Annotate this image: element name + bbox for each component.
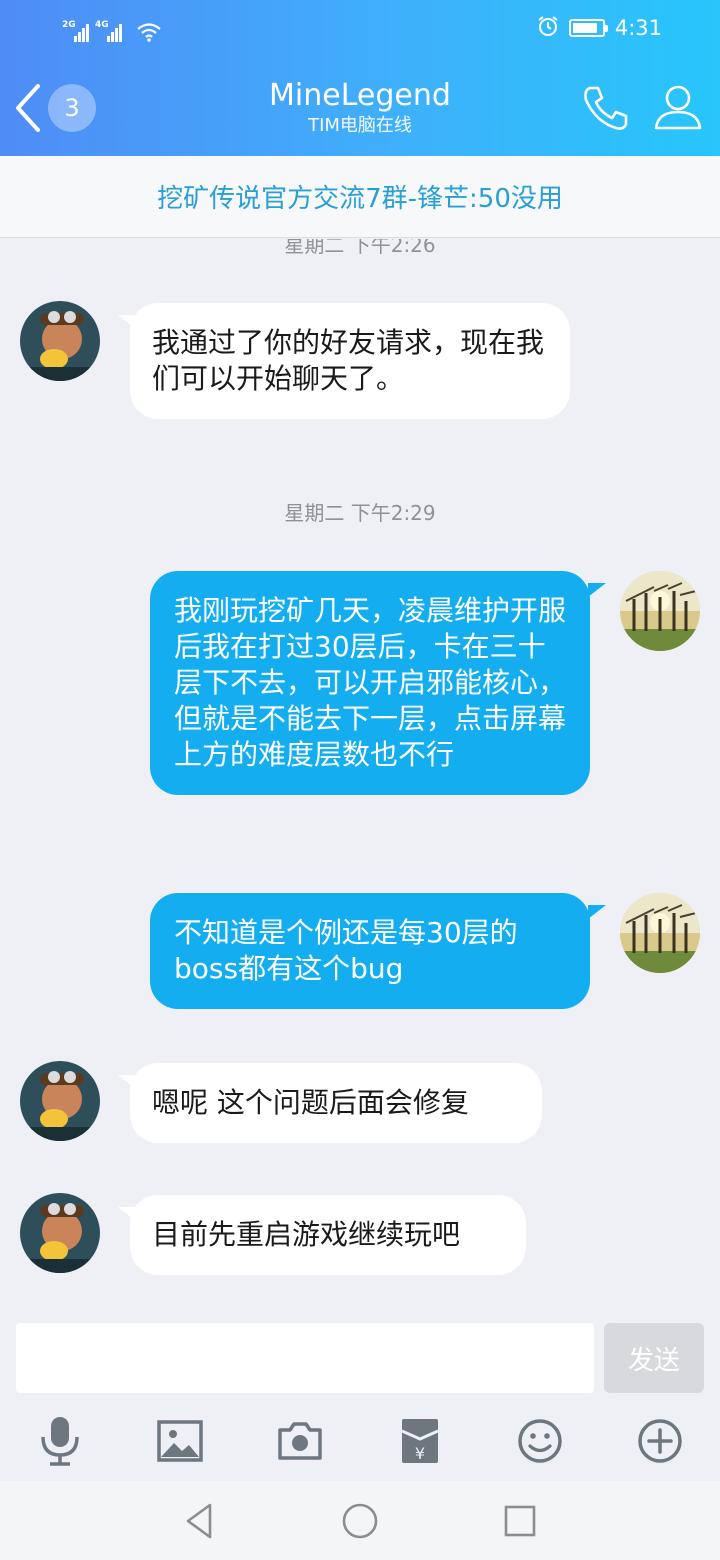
plus-icon bbox=[638, 1419, 682, 1463]
contact-avatar[interactable] bbox=[20, 301, 100, 381]
online-status: TIM电脑在线 bbox=[308, 115, 412, 136]
unread-badge[interactable]: 3 bbox=[48, 84, 96, 132]
wifi-icon bbox=[136, 22, 162, 42]
chat-title: MineLegend bbox=[269, 78, 451, 113]
status-bar-left: 2G 4G bbox=[62, 14, 162, 42]
bubble-tail bbox=[588, 583, 606, 597]
message-bubble-incoming[interactable]: 我通过了你的好友请求，现在我们可以开始聊天了。 bbox=[130, 303, 570, 419]
camera-icon bbox=[278, 1422, 322, 1460]
red-packet-button[interactable]: ¥ bbox=[392, 1413, 448, 1469]
signal-4g-label: 4G bbox=[95, 20, 109, 30]
nav-home-button[interactable] bbox=[340, 1501, 380, 1541]
input-area: 发送 ¥ bbox=[0, 1305, 720, 1481]
message-bubble-outgoing[interactable]: 我刚玩挖矿几天，凌晨维护开服后我在打过30层后，卡在三十层下不去，可以开启邪能核… bbox=[150, 571, 590, 795]
triangle-back-icon bbox=[186, 1503, 212, 1539]
back-button[interactable] bbox=[12, 80, 46, 136]
microphone-icon bbox=[41, 1417, 79, 1466]
signal-4g-icon: 4G bbox=[95, 20, 122, 42]
timestamp: 星期二 下午2:26 bbox=[284, 239, 436, 257]
signal-2g-label: 2G bbox=[62, 20, 76, 30]
miner-avatar-icon bbox=[20, 1061, 100, 1141]
system-navigation-bar bbox=[0, 1481, 720, 1560]
back-arrow-icon bbox=[16, 84, 40, 132]
image-button[interactable] bbox=[152, 1413, 208, 1469]
user-avatar[interactable] bbox=[620, 893, 700, 973]
red-packet-icon: ¥ bbox=[401, 1419, 439, 1463]
square-recents-icon bbox=[504, 1505, 536, 1537]
message-bubble-incoming[interactable]: 嗯呢 这个问题后面会修复 bbox=[130, 1063, 542, 1143]
contact-avatar[interactable] bbox=[20, 1061, 100, 1141]
miner-avatar-icon bbox=[20, 1193, 100, 1273]
nav-back-button[interactable] bbox=[180, 1501, 220, 1541]
camera-button[interactable] bbox=[272, 1413, 328, 1469]
status-time: 4:31 bbox=[614, 16, 662, 40]
bubble-tail bbox=[588, 905, 606, 919]
chat-area[interactable]: 星期二 下午2:26 我通过了你的好友请求，现在我们可以开始聊天了。 星期二 下… bbox=[0, 239, 720, 1305]
call-button[interactable] bbox=[578, 80, 634, 136]
group-banner[interactable]: 挖矿传说官方交流7群-锋芒:50没用 bbox=[0, 156, 720, 238]
signal-2g-icon: 2G bbox=[62, 20, 89, 42]
user-avatar[interactable] bbox=[620, 571, 700, 651]
more-button[interactable] bbox=[632, 1413, 688, 1469]
chat-title-block: MineLegend TIM电脑在线 bbox=[160, 78, 560, 138]
timestamp: 星期二 下午2:29 bbox=[284, 501, 436, 525]
message-bubble-incoming[interactable]: 目前先重启游戏继续玩吧 bbox=[130, 1195, 526, 1275]
emoji-icon bbox=[518, 1419, 562, 1463]
send-button[interactable]: 发送 bbox=[604, 1323, 704, 1393]
top-header: 2G 4G 4:31 3 MineLegend TIM电脑在线 bbox=[0, 0, 720, 156]
miner-avatar-icon bbox=[20, 301, 100, 381]
voice-button[interactable] bbox=[32, 1413, 88, 1469]
trees-avatar-icon bbox=[620, 571, 700, 651]
svg-text:¥: ¥ bbox=[415, 1444, 425, 1463]
circle-home-icon bbox=[342, 1503, 378, 1539]
profile-button[interactable] bbox=[652, 80, 704, 136]
contact-avatar[interactable] bbox=[20, 1193, 100, 1273]
message-input[interactable] bbox=[16, 1323, 594, 1393]
phone-icon bbox=[584, 86, 628, 130]
message-bubble-outgoing[interactable]: 不知道是个例还是每30层的boss都有这个bug bbox=[150, 893, 590, 1009]
battery-icon bbox=[568, 19, 608, 37]
profile-icon bbox=[654, 85, 702, 130]
alarm-icon bbox=[537, 15, 559, 42]
image-icon bbox=[157, 1420, 203, 1462]
trees-avatar-icon bbox=[620, 893, 700, 973]
nav-recents-button[interactable] bbox=[500, 1501, 540, 1541]
emoji-button[interactable] bbox=[512, 1413, 568, 1469]
status-bar-right: 4:31 bbox=[537, 14, 662, 42]
